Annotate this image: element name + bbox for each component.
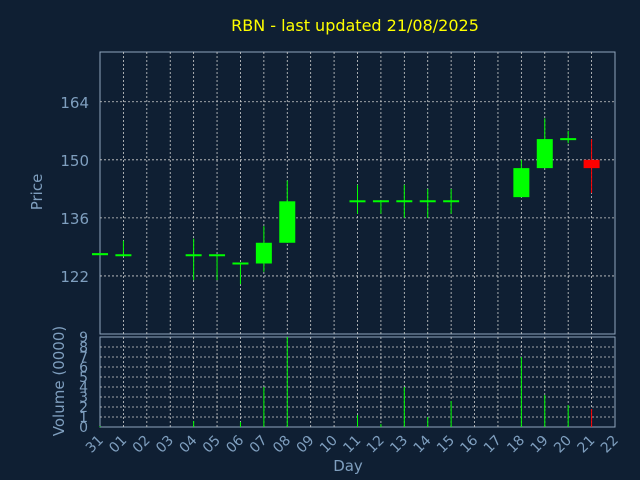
price-tick-label: 150 xyxy=(60,152,89,170)
chart-title: RBN - last updated 21/08/2025 xyxy=(231,16,479,35)
price-tick-label: 136 xyxy=(60,210,89,228)
candle-body xyxy=(536,139,553,169)
candle-body xyxy=(279,201,296,243)
candle-body xyxy=(513,168,530,198)
price-axis-label: Price xyxy=(28,174,46,211)
price-tick-label: 122 xyxy=(60,268,89,286)
volume-tick-label: 9 xyxy=(79,330,88,346)
chart-background xyxy=(0,0,640,480)
volume-axis-label: Volume (0000) xyxy=(50,326,68,436)
candle-body xyxy=(583,159,600,169)
candle-body xyxy=(255,242,272,264)
x-axis-label: Day xyxy=(333,457,363,475)
candle-body xyxy=(92,253,108,256)
candlestick-chart: RBN - last updated 21/08/2025 122 136 150 1… xyxy=(0,0,640,480)
price-tick-label: 164 xyxy=(60,94,89,112)
